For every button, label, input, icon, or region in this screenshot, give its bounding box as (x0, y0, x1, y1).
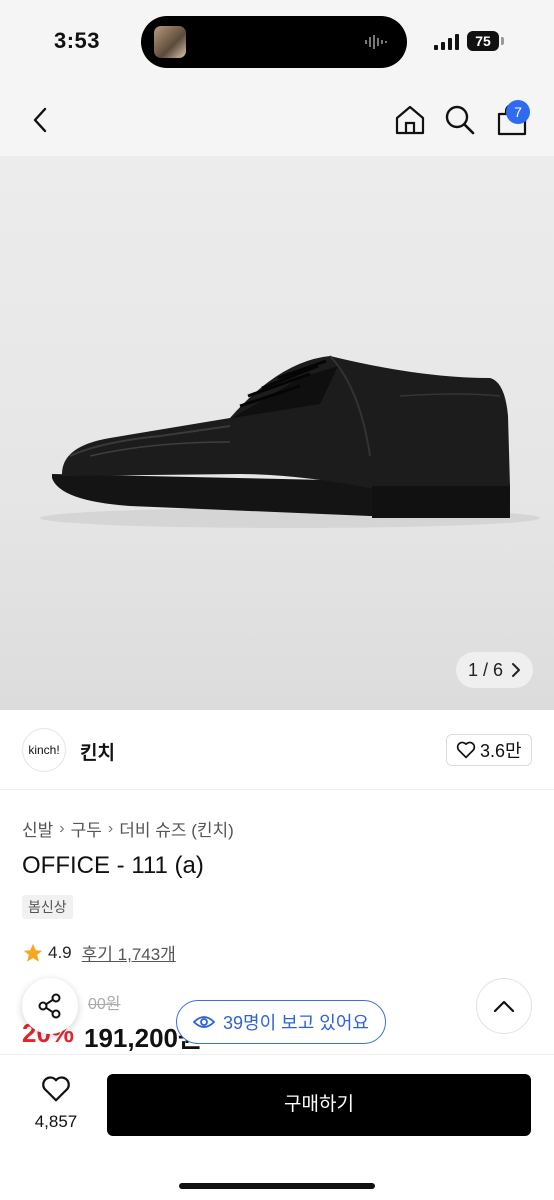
cell-signal-icon (434, 34, 459, 50)
viewers-label: 39명이 보고 있어요 (223, 1013, 369, 1033)
star-icon (23, 943, 43, 962)
breadcrumb-separator-icon: › (107, 819, 114, 837)
product-page: 3:53 75 7 1 / 6 kinch! 킨치 3.6만 신발 › 구두 ›… (0, 0, 554, 1200)
cart-count-badge: 7 (506, 100, 530, 124)
original-price: 00원 (88, 996, 121, 1013)
rating-value: 4.9 (48, 942, 72, 962)
product-title: OFFICE - 111 (a) (22, 852, 204, 879)
breadcrumb-item[interactable]: 신발 (22, 816, 53, 841)
gallery-position: 1 / 6 (468, 660, 504, 680)
status-time: 3:53 (54, 28, 101, 53)
chevron-left-icon (33, 107, 47, 133)
brand-like-count: 3.6만 (480, 741, 522, 761)
battery-indicator: 75 (467, 31, 499, 51)
share-icon (38, 993, 61, 1019)
search-icon[interactable] (442, 102, 478, 138)
back-button[interactable] (22, 102, 58, 138)
brand-name[interactable]: 킨치 (80, 738, 115, 765)
nav-header (0, 84, 554, 156)
share-button[interactable] (22, 978, 78, 1034)
home-icon[interactable] (392, 102, 428, 138)
breadcrumb: 신발 › 구두 › 더비 슈즈 (킨치) (22, 816, 234, 841)
product-image-gallery[interactable]: 1 / 6 (0, 156, 554, 710)
bottom-action-bar: 4,857 구매하기 (0, 1054, 554, 1200)
home-indicator (179, 1183, 375, 1189)
breadcrumb-item[interactable]: 구두 (71, 816, 102, 841)
chevron-right-icon (512, 663, 521, 677)
heart-icon (456, 741, 476, 759)
season-tag: 봄신상 (22, 895, 73, 919)
viewers-count-chip: 39명이 보고 있어요 (176, 1000, 386, 1044)
brand-row: kinch! 킨치 3.6만 (0, 710, 554, 790)
product-photo-shoe (40, 355, 540, 528)
eye-icon (193, 1016, 215, 1028)
breadcrumb-item[interactable]: 더비 슈즈 (킨치) (119, 816, 234, 841)
gallery-pager[interactable]: 1 / 6 (456, 652, 534, 688)
brand-logo[interactable]: kinch! (22, 728, 66, 772)
battery-tip (501, 37, 504, 45)
now-playing-thumbnail (154, 26, 186, 58)
scroll-to-top-button[interactable] (476, 978, 532, 1034)
reviews-link[interactable]: 후기 1,743개 (82, 940, 176, 965)
rating-row: 4.9 후기 1,743개 (22, 940, 176, 965)
dynamic-island[interactable] (141, 16, 407, 68)
wishlist-button[interactable]: 4,857 (22, 1075, 90, 1135)
audio-wave-icon (365, 35, 387, 49)
chevron-up-icon (493, 1000, 515, 1013)
heart-icon (42, 1076, 70, 1102)
brand-like-button[interactable]: 3.6만 (446, 734, 532, 766)
buy-button[interactable]: 구매하기 (107, 1074, 531, 1136)
wishlist-count: 4,857 (34, 1112, 78, 1131)
status-bar: 3:53 75 (0, 0, 554, 84)
breadcrumb-separator-icon: › (59, 819, 65, 837)
